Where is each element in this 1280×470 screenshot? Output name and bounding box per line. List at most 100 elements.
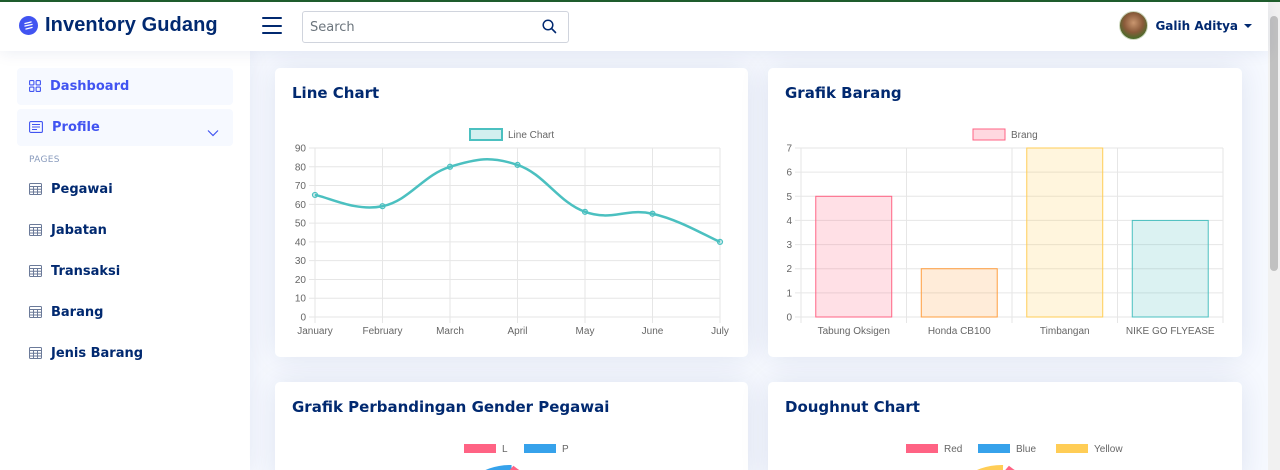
sidebar-item-label: Transaksi	[51, 264, 121, 279]
data-point	[581, 208, 589, 215]
x-tick-label: January	[297, 326, 333, 337]
bar	[920, 268, 998, 318]
sidebar-item-label: Dashboard	[50, 79, 130, 94]
y-tick-label: 0	[786, 313, 792, 324]
search-input[interactable]	[303, 12, 533, 42]
x-tick-label: February	[362, 326, 402, 337]
legend-swatch	[972, 128, 1006, 141]
data-point	[716, 238, 724, 245]
sidebar-item-jenis-barang[interactable]: Jenis Barang	[17, 335, 233, 372]
table-icon	[29, 180, 42, 199]
x-tick-label: Tabung Oksigen	[818, 326, 890, 337]
legend-swatch	[464, 444, 496, 453]
sidebar-item-label: Jenis Barang	[51, 346, 144, 361]
bar-chart-card: Grafik Barang Brang 0 1 2 3 4 5 6 7 Tabung Oksige…	[768, 68, 1242, 357]
y-tick-label: 90	[295, 144, 307, 155]
sidebar-item-profile[interactable]: Profile	[17, 109, 233, 146]
y-tick-label: 60	[295, 200, 307, 211]
x-tick-label: May	[576, 326, 595, 337]
sidebar-toggle-button[interactable]	[262, 17, 282, 34]
y-tick-label: 5	[786, 192, 792, 203]
legend-swatch	[469, 128, 503, 141]
legend-label: Blue	[1016, 444, 1036, 455]
gender-chart-card: Grafik Perbandingan Gender Pegawai LP	[275, 382, 748, 470]
data-point	[514, 161, 521, 169]
sidebar-heading-pages: PAGES	[29, 155, 60, 165]
scrollbar-thumb[interactable]	[1270, 16, 1278, 271]
data-point	[446, 163, 454, 170]
x-tick-label: July	[711, 326, 729, 337]
x-tick-label: NIKE GO FLYEASE	[1126, 326, 1215, 337]
y-tick-label: 1	[786, 288, 792, 299]
y-tick-label: 7	[786, 144, 792, 155]
top-header: Inventory Gudang Galih Aditya	[0, 2, 1268, 51]
bar	[1131, 219, 1209, 318]
x-tick-label: Honda CB100	[928, 326, 991, 337]
sidebar-item-label: Profile	[52, 120, 100, 135]
doughnut-chart-card: Doughnut Chart Red Blue Yellow	[768, 382, 1242, 470]
sidebar-item-dashboard[interactable]: Dashboard	[17, 68, 233, 105]
user-name: Galih Aditya	[1155, 18, 1238, 33]
data-point	[379, 203, 386, 210]
y-tick-label: 2	[786, 264, 792, 275]
bar-chart: Brang 0 1 2 3 4 5 6 7 Tabung Oksigen Honda CB100 Ti…	[786, 128, 1224, 337]
grid-icon	[29, 77, 41, 96]
y-tick-label: 10	[295, 294, 307, 305]
gender-pie-chart: LP	[464, 444, 569, 470]
table-icon	[29, 303, 42, 322]
legend-label: Red	[944, 444, 962, 455]
search-bar	[302, 11, 569, 43]
line-chart-card: Line Chart Line Chart 0 10 20 30 40 50 60 70 80 90…	[275, 68, 748, 357]
x-tick-label: Timbangan	[1040, 326, 1090, 337]
hamburger-line	[262, 32, 282, 34]
sidebar-item-label: Jabatan	[51, 223, 107, 238]
y-tick-label: 50	[295, 219, 307, 230]
y-tick-label: 40	[295, 237, 307, 248]
legend-label: Line Chart	[508, 130, 554, 141]
legend-swatch	[1056, 444, 1088, 453]
sidebar-item-barang[interactable]: Barang	[17, 294, 233, 331]
y-tick-label: 80	[295, 162, 307, 173]
chevron-down-icon	[207, 122, 219, 141]
table-icon	[29, 262, 42, 281]
y-tick-label: 6	[786, 168, 792, 179]
y-tick-label: 0	[300, 313, 306, 324]
sidebar-item-transaksi[interactable]: Transaksi	[17, 253, 233, 290]
x-tick-label: March	[436, 326, 464, 337]
legend-swatch	[978, 444, 1010, 453]
y-tick-label: 70	[295, 181, 307, 192]
sidebar-item-label: Pegawai	[51, 182, 113, 197]
bar	[1026, 147, 1104, 318]
table-icon	[29, 344, 42, 363]
bar	[815, 195, 893, 318]
data-point	[311, 191, 319, 199]
legend-label: Brang	[1011, 130, 1038, 141]
legend-label: Yellow	[1094, 444, 1123, 455]
y-tick-label: 3	[786, 240, 792, 251]
x-tick-label: April	[507, 326, 527, 337]
sidebar-item-jabatan[interactable]: Jabatan	[17, 212, 233, 249]
legend-swatch	[906, 444, 938, 453]
sidebar-item-label: Barang	[51, 305, 104, 320]
doughnut-chart: Red Blue Yellow	[906, 444, 1123, 470]
legend-label: L	[502, 444, 508, 455]
y-tick-label: 20	[295, 275, 307, 286]
user-profile-dropdown[interactable]: Galih Aditya	[1119, 11, 1252, 40]
menu-card-icon	[29, 118, 43, 137]
search-icon[interactable]	[542, 19, 557, 38]
app-logo[interactable]: Inventory Gudang	[19, 14, 218, 37]
page-scrollbar[interactable]	[1268, 2, 1280, 470]
caret-down-icon	[1244, 23, 1252, 28]
logo-icon	[19, 16, 38, 35]
y-tick-label: 30	[295, 256, 307, 267]
hamburger-line	[262, 24, 282, 27]
table-icon	[29, 221, 42, 240]
legend-swatch	[524, 444, 556, 453]
line-chart: Line Chart 0 10 20 30 40 50 60 70 80 90 January Febr…	[295, 128, 729, 337]
sidebar-item-pegawai[interactable]: Pegawai	[17, 171, 233, 208]
app-title: Inventory Gudang	[45, 14, 218, 36]
y-tick-label: 4	[786, 216, 792, 227]
avatar	[1119, 11, 1149, 40]
x-tick-label: June	[642, 326, 664, 337]
sidebar: Dashboard Profile PAGES Pegawai Jabatan …	[0, 51, 250, 470]
